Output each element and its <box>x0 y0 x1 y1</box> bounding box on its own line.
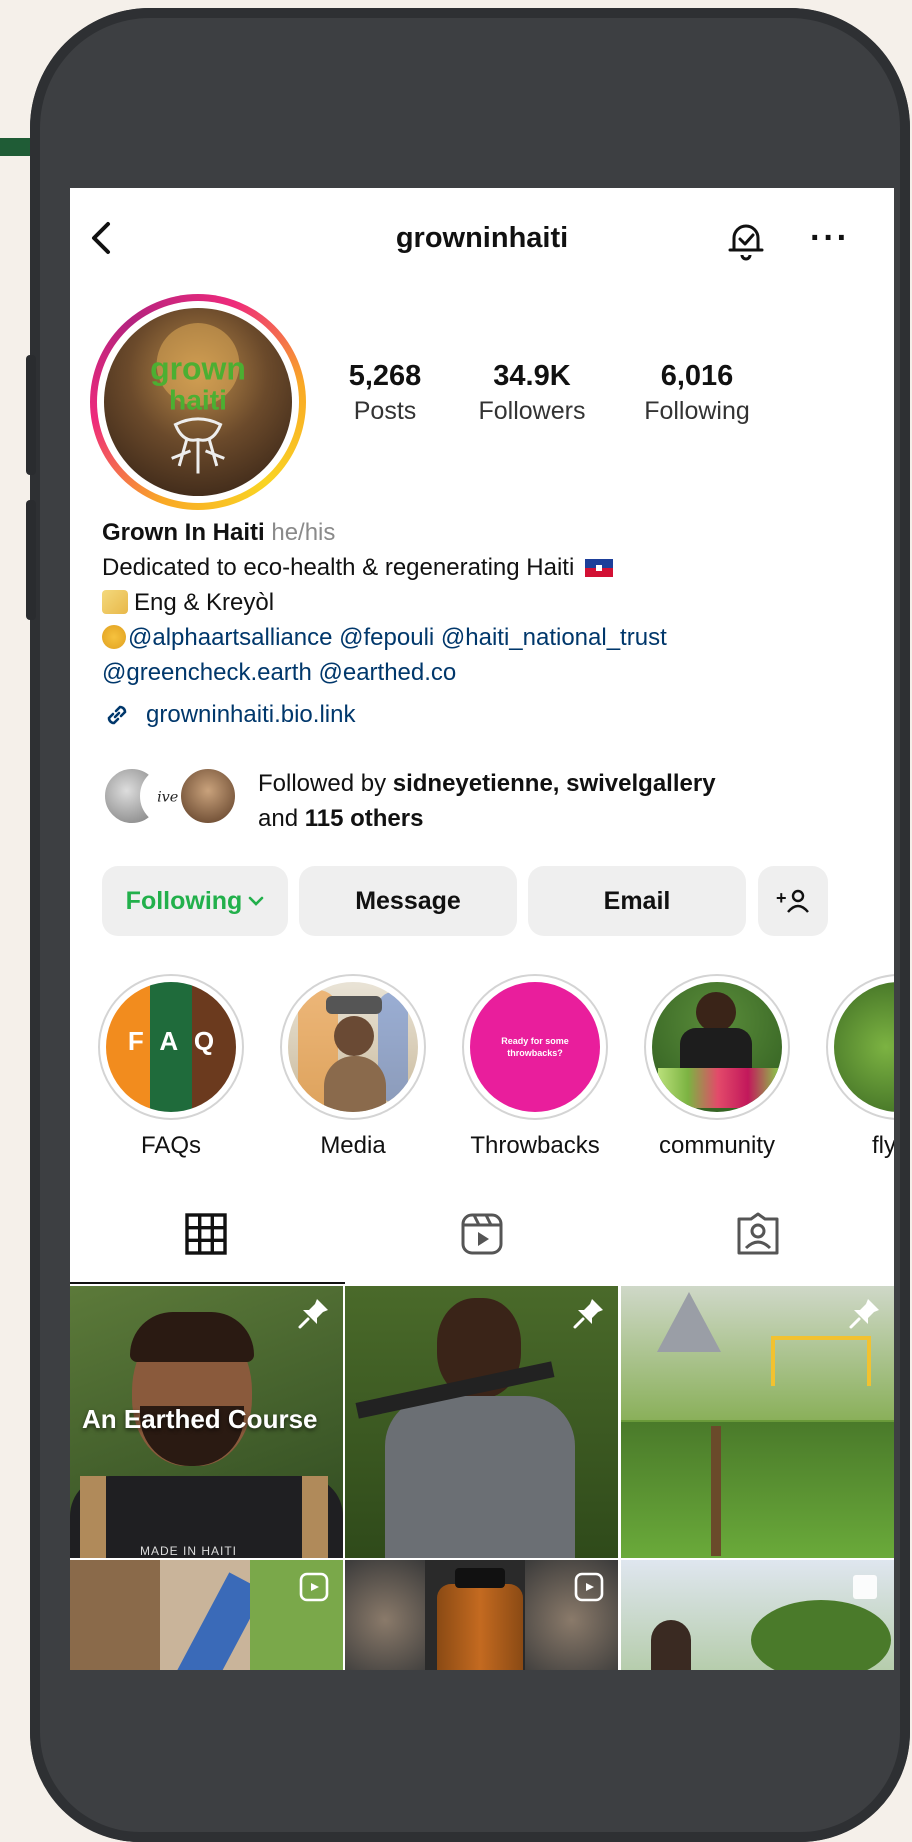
profile-bio: Grown In Haiti he/his Dedicated to eco-h… <box>102 515 872 690</box>
highlight-faqs-cover: F A Q <box>106 982 236 1112</box>
phone-screen: growninhaiti ··· grown haiti 5,268 Posts… <box>70 188 894 1670</box>
post-caption-overlay: An Earthed Course <box>82 1404 318 1434</box>
bio-line: Dedicated to eco-health & regenerating H… <box>102 554 575 581</box>
grid-tab-icon[interactable] <box>182 1210 230 1258</box>
highlight-media-cover <box>288 982 418 1112</box>
svg-text:haiti: haiti <box>169 384 227 416</box>
profile-display-name: Grown In Haiti <box>102 519 265 546</box>
reel-icon <box>574 1572 604 1602</box>
stat-following[interactable]: 6,016 Following <box>622 360 772 426</box>
highlight-faqs[interactable]: F A Q FAQs <box>98 974 244 1160</box>
stat-posts-label: Posts <box>353 397 417 425</box>
bio-mentions[interactable]: @greencheck.earth @earthed.co <box>102 659 456 686</box>
svg-text:grown: grown <box>150 350 246 386</box>
followed-by[interactable]: ivel Followed by sidneyetienne, swivelga… <box>102 764 872 834</box>
avatar: grown haiti <box>104 308 292 496</box>
pin-icon <box>849 1299 879 1329</box>
highlight-community-cover <box>652 982 782 1112</box>
memo-emoji-icon <box>102 590 128 614</box>
profile-username: growninhaiti <box>395 222 569 254</box>
followed-by-text: Followed by sidneyetienne, swivelgallery… <box>258 770 716 832</box>
reel-icon <box>299 1572 329 1602</box>
stat-posts-value: 5,268 <box>348 360 422 392</box>
post-thumbnail[interactable] <box>345 1560 618 1670</box>
faq-letter-a: A <box>159 1026 179 1056</box>
highlight-media-label: Media <box>320 1132 386 1159</box>
phone-side-button <box>26 355 36 475</box>
highlight-flyi[interactable]: flyi <box>826 974 894 1160</box>
notification-bell-icon[interactable] <box>725 218 767 262</box>
tagged-tab-icon[interactable] <box>734 1210 782 1258</box>
reel-icon <box>853 1575 877 1599</box>
more-options-icon[interactable]: ··· <box>810 216 850 260</box>
highlight-flyi-label: flyi <box>872 1132 894 1159</box>
highlight-community[interactable]: community <box>644 974 790 1160</box>
handshake-emoji-icon <box>102 625 126 649</box>
email-button[interactable]: Email <box>528 866 746 936</box>
highlight-community-label: community <box>658 1132 776 1159</box>
haiti-flag-icon <box>584 559 613 577</box>
highlight-throwbacks-caption: Ready for some throwbacks? <box>501 1036 569 1058</box>
highlight-throwbacks[interactable]: Ready for some throwbacks? Throwbacks <box>462 974 608 1160</box>
pin-icon <box>573 1299 603 1329</box>
profile-link[interactable]: growninhaiti.bio.link <box>102 700 355 730</box>
phone-side-button <box>26 500 36 620</box>
post-thumbnail[interactable] <box>621 1560 894 1670</box>
avatar-story-ring[interactable]: grown haiti <box>90 294 306 510</box>
faq-letter-f: F <box>127 1026 144 1056</box>
highlight-media[interactable]: Media <box>280 974 426 1160</box>
bio-language-line: Eng & Kreyòl <box>134 589 275 616</box>
bio-mentions[interactable]: @alphaartsalliance @fepouli @haiti_natio… <box>128 624 667 651</box>
add-friend-button[interactable]: + <box>758 866 828 936</box>
highlight-throwbacks-cover: Ready for some throwbacks? <box>470 982 600 1112</box>
post-thumbnail[interactable] <box>70 1560 343 1670</box>
stat-following-value: 6,016 <box>660 360 734 392</box>
post-shirt-text: MADE IN HAITI <box>140 1544 238 1558</box>
following-button[interactable]: Following <box>102 866 288 936</box>
stat-following-label: Following <box>644 397 750 425</box>
stat-posts[interactable]: 5,268 Posts <box>325 360 445 426</box>
link-icon <box>107 705 127 725</box>
active-tab-indicator <box>70 1282 345 1284</box>
reels-tab-icon[interactable] <box>458 1210 506 1258</box>
profile-header: growninhaiti ··· <box>70 188 894 288</box>
post-thumbnail[interactable] <box>621 1286 894 1558</box>
message-button[interactable]: Message <box>299 866 517 936</box>
faq-letter-q: Q <box>193 1026 215 1056</box>
svg-text:+: + <box>776 888 787 908</box>
post-thumbnail[interactable]: An Earthed Course MADE IN HAITI <box>70 1286 343 1558</box>
chevron-down-icon <box>249 896 264 906</box>
follower-avatar <box>178 766 238 826</box>
avatar-logo-icon: grown haiti <box>150 323 246 474</box>
stat-followers-label: Followers <box>478 397 586 425</box>
highlight-faqs-label: FAQs <box>140 1132 201 1159</box>
post-thumbnail[interactable] <box>345 1286 618 1558</box>
profile-pronouns: he/his <box>271 519 336 546</box>
stat-followers-value: 34.9K <box>493 360 571 392</box>
add-user-icon: + <box>776 888 809 913</box>
stat-followers[interactable]: 34.9K Followers <box>462 360 602 426</box>
highlight-throwbacks-label: Throwbacks <box>470 1132 600 1159</box>
pin-icon <box>298 1299 328 1329</box>
highlight-flyi-cover <box>834 982 894 1112</box>
profile-link-text: growninhaiti.bio.link <box>146 701 356 728</box>
